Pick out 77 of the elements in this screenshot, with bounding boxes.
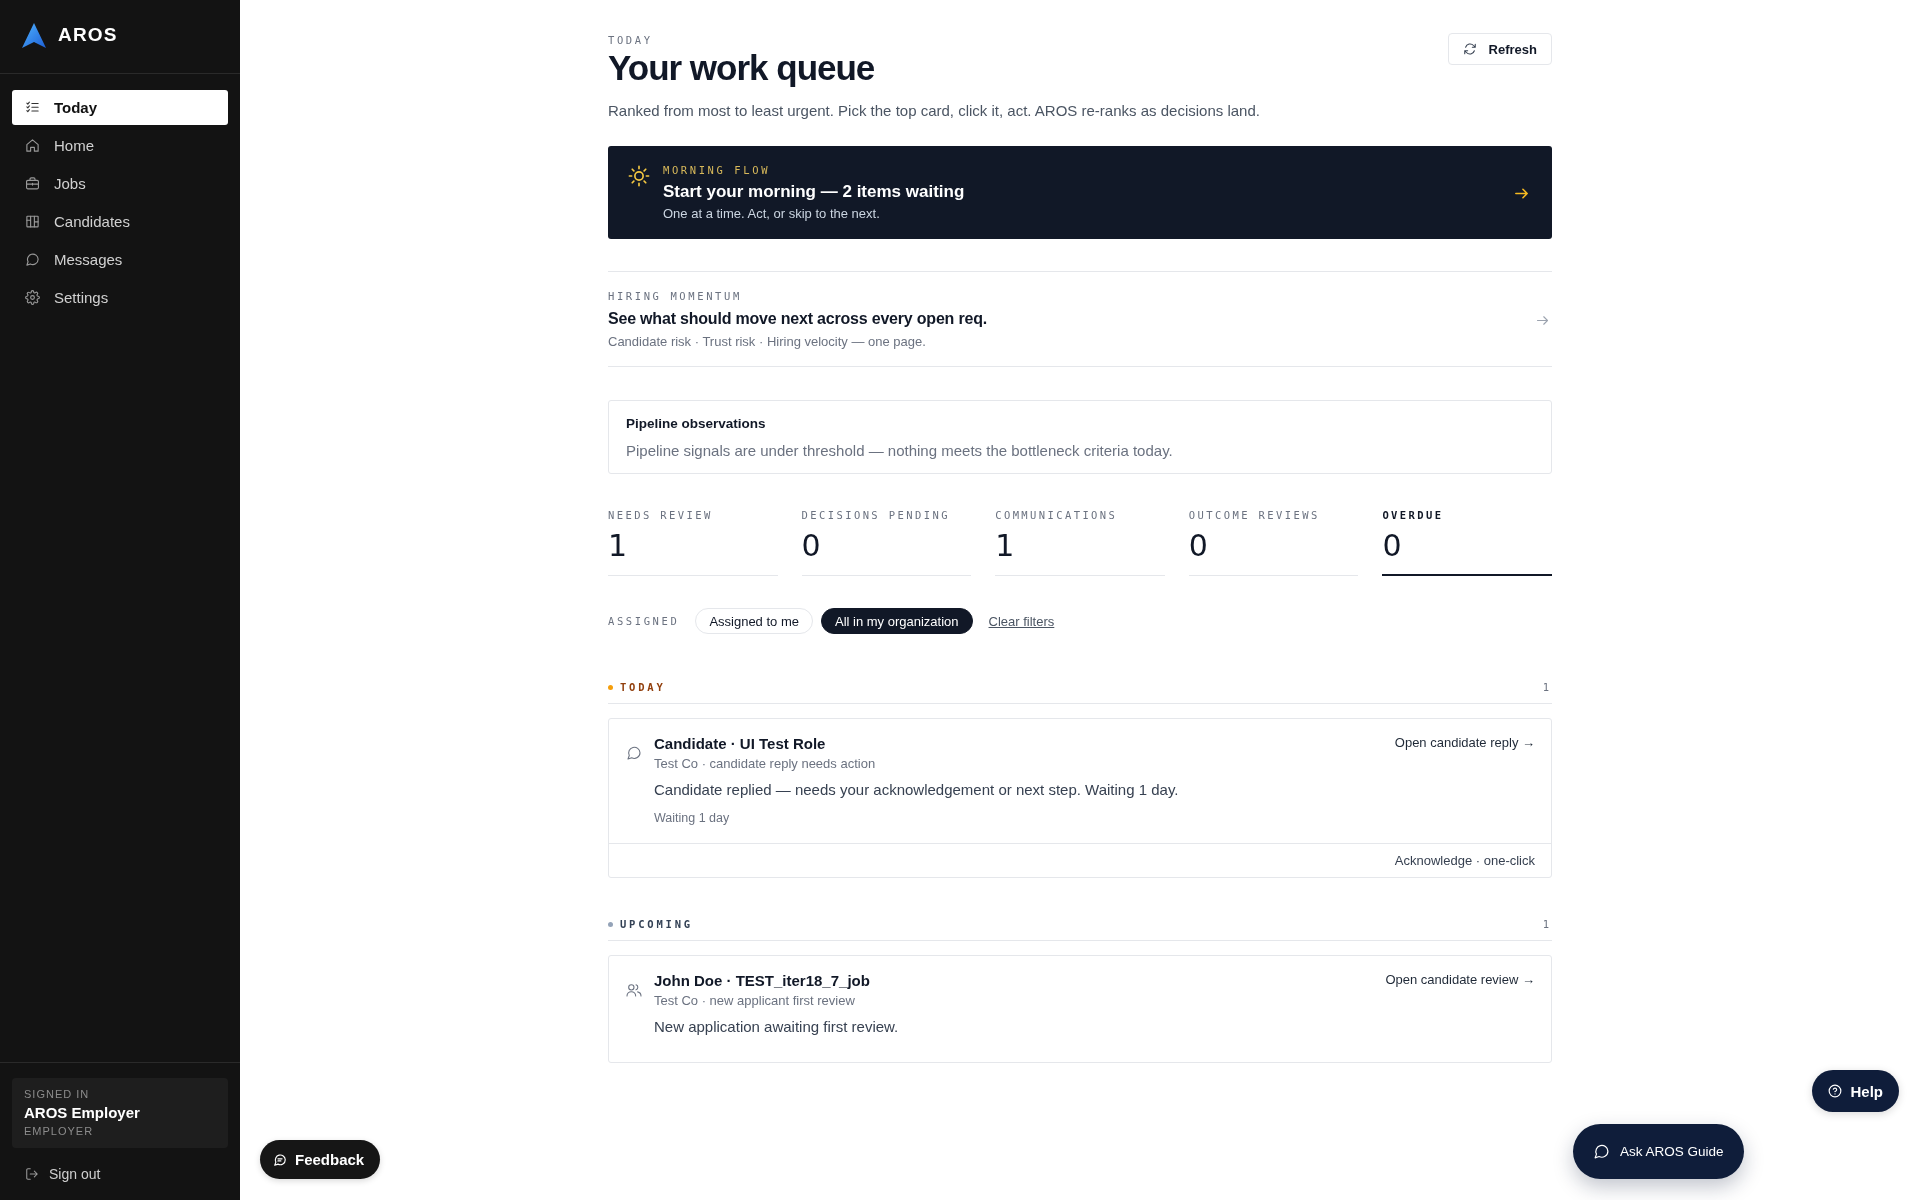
card-description: New application awaiting first review. [654, 1017, 900, 1037]
queue-card[interactable]: John Doe · TEST_iter18_7_job Test Co · new applicant first review New application awaiting first review. Open candidate review → [608, 955, 1552, 1063]
waiting-time: Waiting 1 day [654, 810, 731, 827]
brand-name: AROS [58, 24, 118, 46]
stat-value: 0 [1382, 528, 1403, 564]
help-button[interactable]: Help [1812, 1070, 1899, 1112]
chat-bubble-icon [1593, 1143, 1610, 1160]
people-icon [626, 982, 642, 998]
acknowledge-button[interactable]: Acknowledge · one-click [1394, 853, 1535, 868]
account-role: EMPLOYER [24, 1124, 95, 1139]
stat-tile[interactable]: OVERDUE 0 [1382, 508, 1552, 576]
page-eyebrow: TODAY [608, 33, 654, 47]
hiring-momentum-title: See what should move next across every open req. [608, 309, 988, 329]
home-icon [25, 138, 40, 153]
refresh-button[interactable]: Refresh [1447, 33, 1552, 65]
stat-tile[interactable]: NEEDS REVIEW 1 [608, 508, 778, 576]
nav-item[interactable]: Jobs [12, 166, 228, 201]
checklist-icon [25, 100, 40, 115]
chat-bubble-icon [273, 1152, 287, 1167]
filter-chip[interactable]: All in my organization [821, 608, 973, 634]
feedback-button[interactable]: Feedback [260, 1140, 381, 1179]
clear-filters-link[interactable]: Clear filters [988, 613, 1055, 629]
signed-in-label: SIGNED IN [24, 1087, 91, 1102]
page-subtitle: Ranked from most to least urgent. Pick the top card, click it, act. AROS re-ranks as decisions land. [608, 101, 1260, 121]
pipeline-observations-text: Pipeline signals are under threshold — nothing meets the bottleneck criteria today. [626, 441, 1174, 461]
nav-item[interactable]: Settings [12, 280, 228, 315]
card-title: John Doe · TEST_iter18_7_job [654, 971, 871, 991]
pipeline-observations-title: Pipeline observations [626, 415, 767, 433]
morning-flow-title: Start your morning — 2 items waiting [663, 181, 966, 203]
refresh-icon [1462, 42, 1477, 56]
ask-guide-button[interactable]: Ask AROS Guide [1573, 1124, 1744, 1179]
board-icon [25, 214, 40, 229]
briefcase-icon [25, 176, 40, 191]
card-title: Candidate · UI Test Role [654, 734, 827, 754]
section-count: 1 [1542, 680, 1549, 694]
stat-label: NEEDS REVIEW [608, 508, 714, 522]
queue-card[interactable]: Candidate · UI Test Role Test Co · candidate reply needs action Candidate replied — needs your acknowledgement or next step. Waiting 1 day. Waiting 1 day Open candidate reply → Acknowledge · one-click [608, 718, 1552, 878]
morning-flow-card[interactable]: MORNING FLOW Start your morning — 2 items waiting One at a time. Act, or skip to the next. [608, 146, 1552, 239]
open-action-link[interactable]: Open candidate reply → [1394, 734, 1535, 752]
section-title: TODAY [620, 680, 667, 694]
card-meta: Test Co · candidate reply needs action [654, 755, 877, 773]
sun-icon [628, 165, 650, 187]
card-description: Candidate replied — needs your acknowledgement or next step. Waiting 1 day. [654, 780, 1180, 800]
stat-label: OUTCOME REVIEWS [1188, 508, 1321, 522]
section-count: 1 [1542, 917, 1549, 931]
section-title: UPCOMING [620, 917, 694, 931]
nav-item[interactable]: Messages [12, 242, 228, 277]
help-icon [1828, 1084, 1843, 1098]
stat-tile[interactable]: OUTCOME REVIEWS 0 [1188, 508, 1359, 576]
stat-label: DECISIONS PENDING [801, 508, 951, 522]
filter-label: ASSIGNED [608, 614, 680, 628]
card-meta: Test Co · new applicant first review [654, 992, 856, 1010]
open-action-link[interactable]: Open candidate review → [1385, 971, 1535, 989]
hiring-momentum-eyebrow: HIRING MOMENTUM [608, 289, 743, 303]
logo-icon [22, 22, 46, 48]
hiring-momentum-subtitle: Candidate risk · Trust risk · Hiring velocity — one page. [608, 333, 927, 351]
stat-value: 0 [1188, 528, 1209, 564]
hiring-momentum-link[interactable]: HIRING MOMENTUM See what should move next across every open req. Candidate risk · Trust risk · Hiring velocity — one page. [608, 271, 1552, 367]
stat-value: 1 [608, 528, 629, 564]
stat-tile[interactable]: COMMUNICATIONS 1 [995, 508, 1165, 576]
chat-bubble-icon [25, 252, 40, 267]
page-title: Your work queue [608, 48, 876, 88]
morning-flow-eyebrow: MORNING FLOW [663, 163, 772, 177]
chat-bubble-icon [626, 745, 642, 761]
stat-value: 1 [995, 528, 1016, 564]
stat-value: 0 [801, 528, 822, 564]
nav-item[interactable]: Today [12, 90, 228, 125]
account-name: AROS Employer [24, 1103, 141, 1123]
morning-flow-subtitle: One at a time. Act, or skip to the next. [663, 205, 881, 223]
stat-tile[interactable]: DECISIONS PENDING 0 [801, 508, 972, 576]
nav-item[interactable]: Home [12, 128, 228, 163]
settings-icon [25, 290, 40, 305]
sign-out-button[interactable]: Sign out [12, 1162, 114, 1186]
stat-label: COMMUNICATIONS [995, 508, 1119, 522]
sign-out-icon [25, 1167, 39, 1181]
nav-item[interactable]: Candidates [12, 204, 228, 239]
stat-label: OVERDUE [1382, 508, 1445, 522]
